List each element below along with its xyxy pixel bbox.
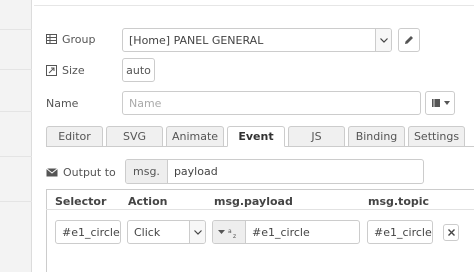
tab-animate[interactable]: Animate — [166, 126, 224, 147]
tab-svg[interactable]: SVG — [106, 126, 163, 147]
output-label-text: Output to — [63, 165, 116, 179]
chevron-down-icon — [375, 29, 391, 51]
size-label: Size — [46, 62, 85, 78]
payload-value: #e1_circle — [252, 225, 310, 239]
action-value: Click — [134, 225, 161, 239]
action-select[interactable]: Click — [127, 220, 206, 244]
svg-text:a: a — [228, 228, 232, 235]
table-header-divider — [46, 209, 474, 210]
group-label-text: Group — [62, 32, 96, 46]
header-action: Action — [128, 195, 168, 208]
pencil-icon — [404, 35, 414, 45]
tab-label: JS — [311, 130, 322, 143]
name-placeholder: Name — [129, 96, 162, 110]
output-label: Output to — [46, 164, 116, 180]
size-label-text: Size — [62, 63, 85, 77]
tab-binding[interactable]: Binding — [348, 126, 405, 147]
group-label: Group — [46, 31, 96, 47]
tab-label: Binding — [355, 130, 398, 143]
tab-label: Animate — [171, 130, 219, 143]
delete-row-button[interactable] — [443, 224, 459, 241]
close-icon — [447, 229, 455, 236]
edit-group-button[interactable] — [398, 28, 420, 52]
name-label-text: Name — [46, 96, 79, 110]
group-select-value: [Home] PANEL GENERAL — [129, 33, 264, 47]
tab-event[interactable]: Event — [227, 126, 285, 147]
caret-down-icon — [218, 230, 225, 234]
sidebar-cell — [0, 202, 32, 272]
size-button[interactable]: auto — [122, 58, 155, 82]
envelope-icon — [46, 167, 58, 177]
name-library-button[interactable] — [425, 91, 455, 115]
tab-label: Settings — [413, 130, 460, 143]
header-topic: msg.topic — [368, 195, 430, 208]
table-icon — [46, 34, 57, 44]
sidebar-cell — [0, 30, 32, 70]
tab-label: Event — [238, 130, 274, 143]
resize-icon — [46, 64, 57, 76]
size-value: auto — [126, 63, 151, 77]
book-icon — [431, 98, 441, 108]
group-select[interactable]: [Home] PANEL GENERAL — [122, 28, 392, 52]
output-typed-input[interactable]: msg. payload — [125, 159, 424, 184]
table-row-end — [46, 268, 474, 272]
tab-editor[interactable]: Editor — [46, 126, 103, 147]
payload-type-button[interactable]: az — [213, 221, 246, 243]
tab-js[interactable]: JS — [288, 126, 345, 147]
sidebar-cell — [0, 112, 32, 157]
msg-prefix[interactable]: msg. — [126, 160, 168, 183]
sidebar-cell — [0, 70, 32, 112]
sidebar-cell — [0, 0, 32, 30]
header-payload: msg.payload — [214, 195, 293, 208]
selector-input[interactable]: #e1_circle — [55, 220, 121, 244]
payload-typed-input[interactable]: az #e1_circle — [212, 220, 360, 244]
left-sidebar-strip — [0, 0, 32, 272]
output-value: payload — [173, 165, 218, 178]
sidebar-cell — [0, 157, 32, 202]
caret-down-icon — [443, 101, 450, 105]
selector-value: #e1_circle — [62, 225, 120, 239]
chevron-down-icon — [189, 221, 205, 243]
tab-settings[interactable]: Settings — [408, 126, 465, 147]
topic-input[interactable]: #e1_circle — [367, 220, 433, 244]
header-selector: Selector — [55, 195, 107, 208]
tab-label: SVG — [122, 130, 147, 143]
name-input[interactable]: Name — [122, 91, 421, 115]
tab-label: Editor — [58, 130, 91, 143]
topic-value: #e1_circle — [374, 225, 432, 239]
string-type-icon: az — [228, 227, 240, 238]
svg-text:z: z — [233, 233, 236, 238]
name-label: Name — [46, 95, 78, 111]
top-divider — [34, 0, 474, 6]
